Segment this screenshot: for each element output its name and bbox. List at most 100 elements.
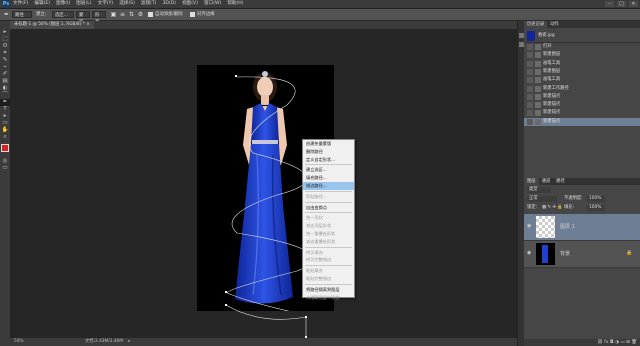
layer-kind-select[interactable]: 类型	[527, 187, 551, 193]
make-mask-button[interactable]: 蒙版	[76, 11, 90, 25]
history-item[interactable]: 新建图层	[524, 51, 640, 59]
gradient-tool-icon[interactable]: ◐	[0, 85, 10, 92]
maximize-button[interactable]: □	[617, 1, 626, 7]
align-edges-checkbox[interactable]	[190, 12, 195, 17]
history-brush-source-icon[interactable]	[527, 77, 533, 84]
path-mode-select[interactable]: 路径	[12, 11, 32, 18]
group-icon[interactable]: ▭	[620, 340, 624, 345]
pen-tool-icon[interactable]: ✒	[0, 99, 10, 106]
context-menu-item[interactable]: 创建矢量蒙版	[303, 140, 354, 148]
history-brush-source-icon[interactable]	[527, 60, 533, 67]
lasso-tool-icon[interactable]: ʘ	[0, 43, 10, 50]
history-item[interactable]: 画笔工具	[524, 60, 640, 68]
trash-icon[interactable]: 🗑	[631, 340, 637, 345]
eye-icon[interactable]: ◉	[527, 223, 531, 229]
opacity-input[interactable]: 100%	[587, 196, 605, 202]
menu-window[interactable]: 窗口(W)	[204, 0, 221, 8]
status-arrow-icon[interactable]: ▸	[128, 339, 130, 344]
hand-tool-icon[interactable]: ✋	[0, 127, 10, 134]
menu-layer[interactable]: 图层(L)	[76, 0, 91, 8]
history-item[interactable]: 新建锚点	[524, 93, 640, 101]
close-tab-icon[interactable]: ×	[86, 22, 90, 27]
document-tab[interactable]: 未标题-1 @ 50% (图层 1, RGB/8) * ×	[10, 21, 94, 29]
path-selection-tool-icon[interactable]: ▸	[0, 113, 10, 120]
context-menu-item[interactable]: 删除路径	[303, 148, 354, 156]
history-item[interactable]: 打开	[524, 43, 640, 51]
context-menu-item[interactable]: 描边路径...	[303, 181, 354, 190]
tab-layers[interactable]: 图层	[524, 178, 539, 185]
history-item[interactable]: 新建锚点	[524, 101, 640, 109]
menu-type[interactable]: 文字(Y)	[98, 0, 114, 8]
crop-tool-icon[interactable]: ⌗	[0, 50, 10, 57]
history-item[interactable]: 新建图层	[524, 68, 640, 76]
screen-mode-icon[interactable]: ▭	[0, 165, 10, 172]
move-tool-icon[interactable]: ▸	[0, 29, 10, 36]
history-item[interactable]: 新建锚点	[524, 117, 640, 126]
eye-icon[interactable]: ◉	[527, 250, 531, 256]
minimize-button[interactable]: –	[605, 1, 614, 7]
history-snapshot[interactable]: 春姿.jpg	[524, 30, 640, 43]
zoom-level[interactable]: 50%	[14, 339, 24, 344]
history-brush-source-icon[interactable]	[527, 68, 533, 75]
auto-add-delete-checkbox[interactable]	[148, 12, 153, 17]
history-item[interactable]: 画笔工具	[524, 76, 640, 84]
adjustment-icon[interactable]: ◑	[615, 340, 619, 345]
brush-tool-icon[interactable]: ✎	[0, 57, 10, 64]
context-menu-item[interactable]: 建立选区...	[303, 166, 354, 174]
eraser-tool-icon[interactable]: ▤	[0, 78, 10, 85]
history-brush-source-icon[interactable]	[527, 52, 533, 59]
context-menu-item[interactable]: 将路径隔离到图层	[303, 286, 354, 294]
clone-tool-icon[interactable]: ✐	[0, 71, 10, 78]
marquee-tool-icon[interactable]: ⬚	[0, 36, 10, 43]
healing-tool-icon[interactable]: ⌁	[0, 64, 10, 71]
menu-select[interactable]: 选择(S)	[119, 0, 135, 8]
fx-icon[interactable]: fx	[604, 340, 608, 345]
mask-icon[interactable]: ◘	[610, 340, 614, 345]
lock-icons[interactable]: ▦ ✎ ✣ 🔒	[542, 204, 563, 212]
history-brush-source-icon[interactable]	[527, 93, 533, 100]
tab-channels[interactable]: 通道	[539, 179, 554, 184]
layer-name[interactable]: 图层 1	[560, 223, 575, 230]
menu-edit[interactable]: 编辑(E)	[34, 0, 50, 8]
type-tool-icon[interactable]: T	[0, 106, 10, 113]
menu-3d[interactable]: 3D(D)	[162, 0, 176, 8]
context-menu-item[interactable]: 定义自定形状...	[303, 156, 354, 164]
menu-help[interactable]: 帮助(H)	[227, 0, 243, 8]
menu-filter[interactable]: 滤镜(T)	[141, 0, 157, 8]
color-swatches[interactable]	[0, 144, 12, 158]
history-item[interactable]: 新建锚点	[524, 109, 640, 117]
make-selection-button[interactable]: 选区...	[52, 11, 74, 18]
make-shape-button[interactable]: 形状	[92, 11, 106, 25]
menu-view[interactable]: 视图(V)	[182, 0, 198, 8]
quick-mask-icon[interactable]: ◎	[0, 158, 10, 165]
layer-row[interactable]: ◉ 背景 🔒	[524, 241, 640, 268]
path-anchors[interactable]	[220, 295, 310, 340]
path-alignment-icon[interactable]: ≡	[119, 11, 126, 18]
tab-history[interactable]: 历史记录	[524, 21, 548, 28]
gear-icon[interactable]: ⚙	[137, 11, 144, 18]
zoom-tool-icon[interactable]: ⌕	[0, 134, 10, 141]
history-brush-source-icon[interactable]	[527, 102, 533, 109]
path-operations-icon[interactable]: ▣	[110, 11, 117, 18]
menu-file[interactable]: 文件(F)	[13, 0, 28, 8]
layer-row[interactable]: ◉ 图层 1	[524, 214, 640, 241]
link-layers-icon[interactable]: ⛓	[597, 340, 603, 345]
context-menu-item[interactable]: 填充路径...	[303, 174, 354, 182]
blend-mode-select[interactable]: 正常	[527, 196, 557, 202]
history-brush-source-icon[interactable]	[527, 85, 533, 92]
document-info[interactable]: 文档:2.43M/2.46M	[85, 339, 123, 344]
context-menu-item[interactable]: 自由变换点	[303, 204, 354, 212]
tab-actions[interactable]: 动作	[547, 22, 562, 27]
menu-image[interactable]: 图像(I)	[56, 0, 70, 8]
close-button[interactable]: ✕	[629, 1, 638, 7]
layer-name[interactable]: 背景	[560, 250, 570, 257]
foreground-color-swatch[interactable]	[1, 144, 9, 152]
fill-input[interactable]: 100%	[587, 205, 605, 211]
path-arrangement-icon[interactable]: ⇅	[128, 11, 135, 18]
pen-tool-icon[interactable]: ✒	[3, 11, 10, 18]
tab-paths[interactable]: 路径	[553, 179, 568, 184]
history-brush-source-icon[interactable]	[527, 44, 533, 50]
history-brush-source-icon[interactable]	[527, 118, 533, 125]
dodge-tool-icon[interactable]: ⌒	[0, 92, 10, 99]
history-brush-source-icon[interactable]	[527, 110, 533, 117]
